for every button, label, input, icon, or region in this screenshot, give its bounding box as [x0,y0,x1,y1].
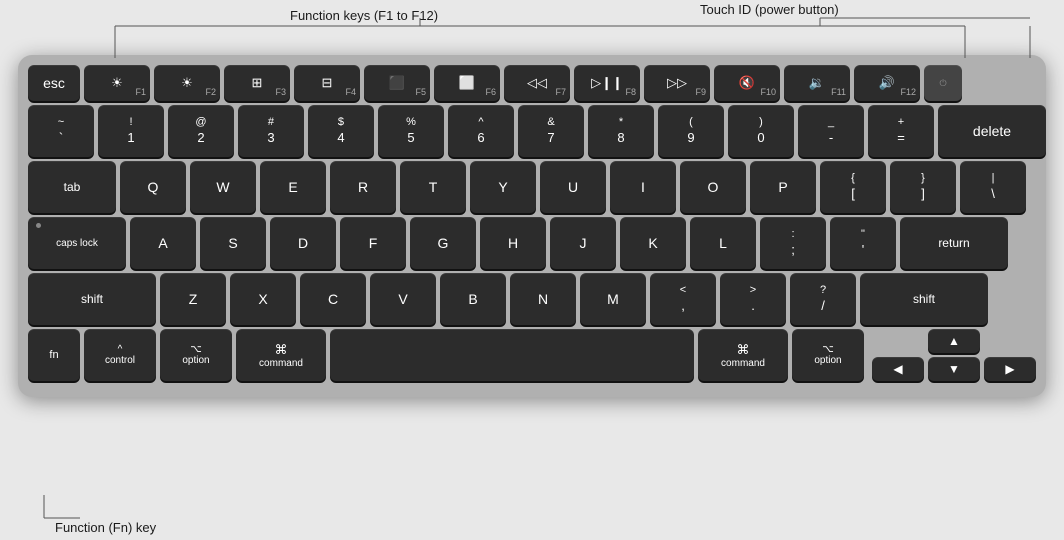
key-f7[interactable]: ◁◁ F7 [504,65,570,101]
key-6[interactable]: ^ 6 [448,105,514,157]
arrow-lr-row: ◀ ▼ ▶ [872,357,1036,381]
key-esc[interactable]: esc [28,65,80,101]
key-z[interactable]: Z [160,273,226,325]
key-i[interactable]: I [610,161,676,213]
key-g[interactable]: G [410,217,476,269]
function-key-row: esc ☀ F1 ☀ F2 ⊞ F3 ⊟ F4 ⬛ F5 ⬜ F6 ◁◁ F7 [28,65,1036,101]
key-t[interactable]: T [400,161,466,213]
key-left-option[interactable]: ⌥ option [160,329,232,381]
key-d[interactable]: D [270,217,336,269]
key-f5[interactable]: ⬛ F5 [364,65,430,101]
key-delete[interactable]: delete [938,105,1046,157]
key-f[interactable]: F [340,217,406,269]
key-comma[interactable]: < , [650,273,716,325]
key-0[interactable]: ) 0 [728,105,794,157]
key-f2[interactable]: ☀ F2 [154,65,220,101]
key-e[interactable]: E [260,161,326,213]
key-v[interactable]: V [370,273,436,325]
key-a[interactable]: A [130,217,196,269]
key-period[interactable]: > . [720,273,786,325]
caps-lock-indicator [36,223,41,228]
key-lbracket[interactable]: { [ [820,161,886,213]
key-f4[interactable]: ⊟ F4 [294,65,360,101]
key-o[interactable]: O [680,161,746,213]
key-9[interactable]: ( 9 [658,105,724,157]
key-rbracket[interactable]: } ] [890,161,956,213]
key-f6[interactable]: ⬜ F6 [434,65,500,101]
key-semicolon[interactable]: : ; [760,217,826,269]
key-slash[interactable]: ? / [790,273,856,325]
key-arrow-right[interactable]: ▶ [984,357,1036,381]
key-arrow-up[interactable]: ▲ [928,329,980,353]
key-return[interactable]: return [900,217,1008,269]
key-4[interactable]: $ 4 [308,105,374,157]
number-row: ~ ` ! 1 @ 2 # 3 $ 4 [28,105,1036,157]
arrow-up-row: ▲ [872,329,1036,353]
key-right-command[interactable]: ⌘ command [698,329,788,381]
key-r[interactable]: R [330,161,396,213]
key-q[interactable]: Q [120,161,186,213]
key-j[interactable]: J [550,217,616,269]
key-h[interactable]: H [480,217,546,269]
key-right-shift[interactable]: shift [860,273,988,325]
arrow-key-cluster: ▲ ◀ ▼ ▶ [872,329,1036,381]
key-left-shift[interactable]: shift [28,273,156,325]
asdf-row: caps lock A S D F G H J K L : ; " ' retu… [28,217,1036,269]
key-8[interactable]: * 8 [588,105,654,157]
key-space[interactable] [330,329,694,381]
key-3[interactable]: # 3 [238,105,304,157]
qwerty-row: tab Q W E R T Y U I O P { [ } ] | \ [28,161,1036,213]
key-f1[interactable]: ☀ F1 [84,65,150,101]
keyboard: esc ☀ F1 ☀ F2 ⊞ F3 ⊟ F4 ⬛ F5 ⬜ F6 ◁◁ F7 [18,55,1046,397]
key-f10[interactable]: 🔇 F10 [714,65,780,101]
zxcv-row: shift Z X C V B N M < , > . ? / shif [28,273,1036,325]
key-w[interactable]: W [190,161,256,213]
key-5[interactable]: % 5 [378,105,444,157]
key-backslash[interactable]: | \ [960,161,1026,213]
key-equals[interactable]: + = [868,105,934,157]
key-n[interactable]: N [510,273,576,325]
key-u[interactable]: U [540,161,606,213]
key-tab[interactable]: tab [28,161,116,213]
bottom-row: fn ^ control ⌥ option ⌘ command ⌘ comman… [28,329,1036,381]
key-f11[interactable]: 🔉 F11 [784,65,850,101]
key-y[interactable]: Y [470,161,536,213]
key-control[interactable]: ^ control [84,329,156,381]
fn-key-label: Function (Fn) key [55,520,156,535]
key-f3[interactable]: ⊞ F3 [224,65,290,101]
key-touchid[interactable]: ⏻ [924,65,962,101]
key-s[interactable]: S [200,217,266,269]
key-quote[interactable]: " ' [830,217,896,269]
key-f9[interactable]: ▷▷ F9 [644,65,710,101]
key-c[interactable]: C [300,273,366,325]
key-f12[interactable]: 🔊 F12 [854,65,920,101]
key-arrow-left[interactable]: ◀ [872,357,924,381]
key-1[interactable]: ! 1 [98,105,164,157]
key-2[interactable]: @ 2 [168,105,234,157]
touch-id-label: Touch ID (power button) [700,2,839,17]
key-x[interactable]: X [230,273,296,325]
key-backtick[interactable]: ~ ` [28,105,94,157]
function-keys-label: Function keys (F1 to F12) [290,8,438,23]
key-right-option[interactable]: ⌥ option [792,329,864,381]
key-minus[interactable]: _ - [798,105,864,157]
key-7[interactable]: & 7 [518,105,584,157]
key-m[interactable]: M [580,273,646,325]
key-f8[interactable]: ▷❙❙ F8 [574,65,640,101]
key-l[interactable]: L [690,217,756,269]
key-capslock[interactable]: caps lock [28,217,126,269]
key-left-command[interactable]: ⌘ command [236,329,326,381]
key-b[interactable]: B [440,273,506,325]
key-p[interactable]: P [750,161,816,213]
key-arrow-down[interactable]: ▼ [928,357,980,381]
key-k[interactable]: K [620,217,686,269]
key-fn[interactable]: fn [28,329,80,381]
